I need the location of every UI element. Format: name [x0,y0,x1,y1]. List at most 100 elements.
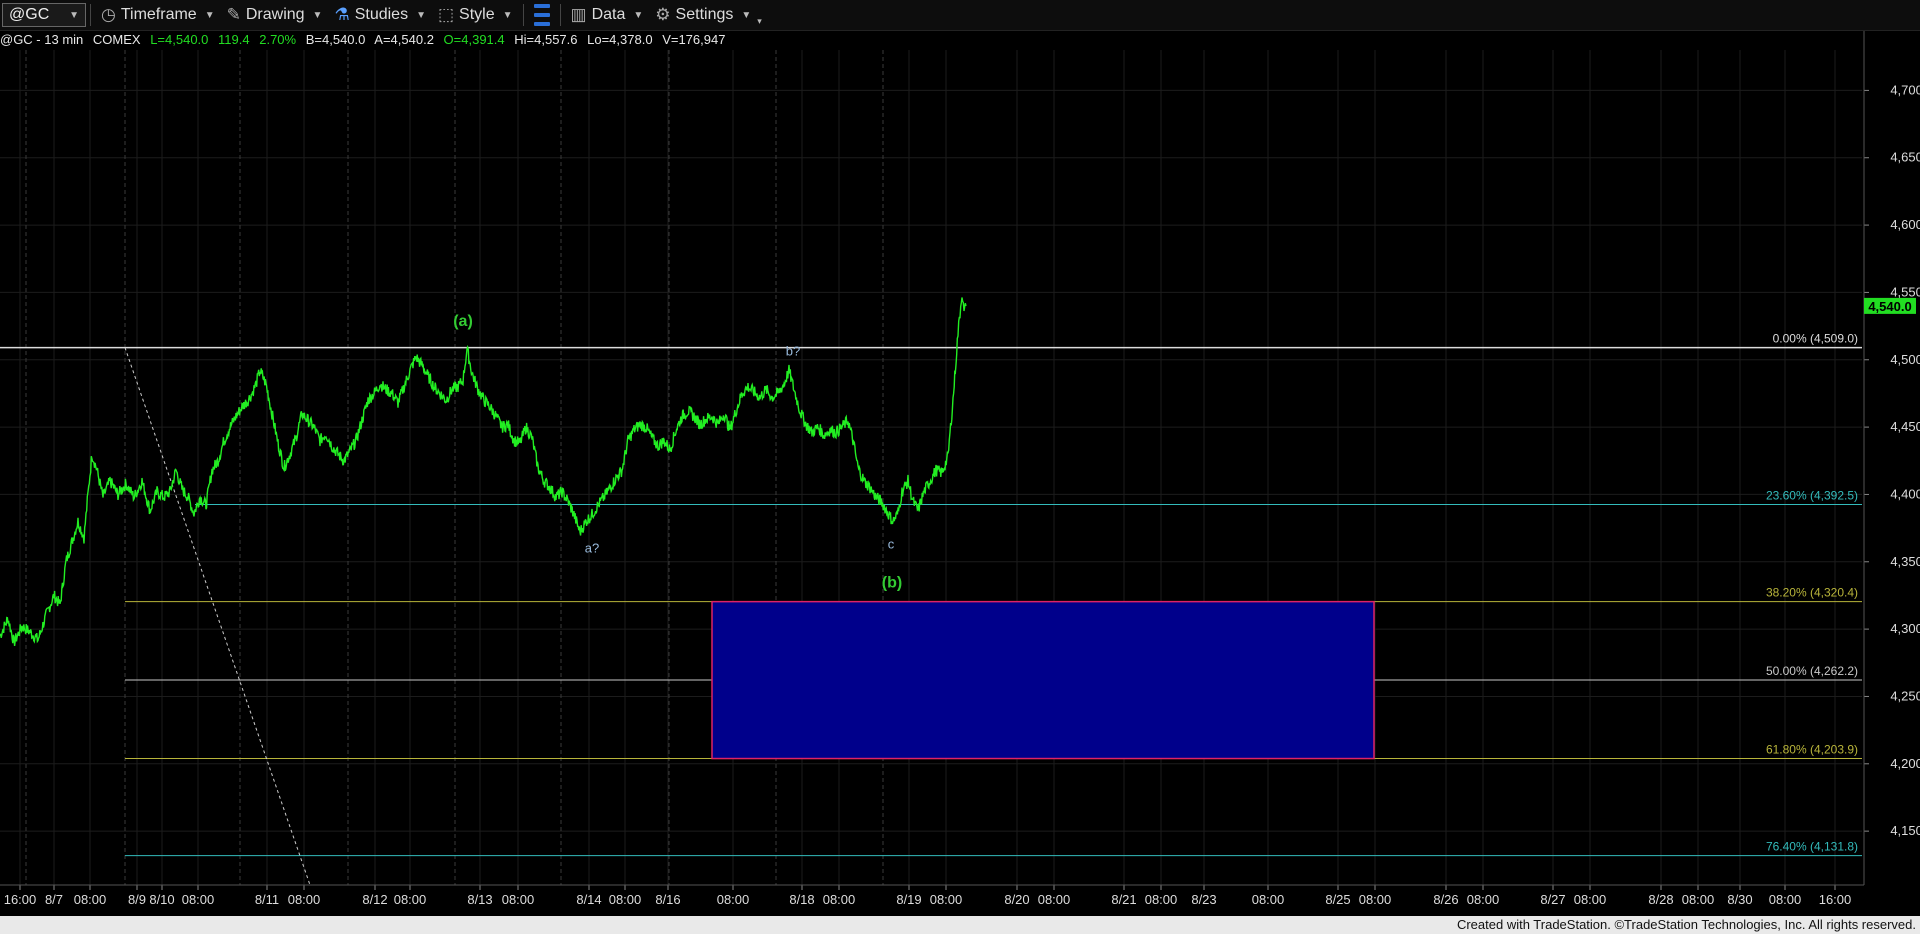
chevron-down-icon: ▼ [633,9,644,21]
target-zone-rect [711,600,1375,760]
net-change: 119.4 [218,32,250,47]
footer-credit: Created with TradeStation. ©TradeStation… [0,916,1920,934]
x-tick-label: 8/19 [896,892,921,907]
open-price: O=4,391.4 [443,32,505,47]
x-tick-label: 08:00 [1359,892,1392,907]
fib-level-label: 61.80% (4,203.9) [1766,743,1858,757]
pct-change: 2.70% [259,32,297,47]
chevron-down-icon: ▼ [204,9,215,21]
x-tick-label: 8/26 [1433,892,1458,907]
y-tick-label: 4,550.0 [1890,284,1920,299]
studies-menu[interactable]: ⚗ Studies ▼ [328,0,432,31]
fib-level-label: 0.00% (4,509.0) [1773,332,1858,346]
x-tick-label: 08:00 [288,892,321,907]
drawing-menu[interactable]: ✎ Drawing ▼ [221,0,329,31]
x-tick-label: 8/10 [149,892,174,907]
x-tick-label: 08:00 [609,892,642,907]
x-tick-label: 08:00 [823,892,856,907]
y-tick-label: 4,500.0 [1890,352,1920,367]
settings-menu[interactable]: ⚙ Settings ▼ [649,0,757,31]
timeframe-label: Timeframe [120,6,197,23]
clock-icon: ◷ [101,5,116,24]
y-tick-label: 4,300.0 [1890,621,1920,636]
x-tick-label: 8/28 [1648,892,1673,907]
x-tick-label: 16:00 [4,892,37,907]
x-tick-label: 8/23 [1191,892,1216,907]
x-tick-label: 08:00 [1467,892,1500,907]
y-tick-label: 4,350.0 [1890,554,1920,569]
toolbar-separator [559,4,561,26]
x-tick-label: 8/9 [128,892,146,907]
chart-title: @GC - 13 min [0,32,84,47]
y-tick-label: 4,200.0 [1890,756,1920,771]
wave-label: (b) [882,574,902,591]
ask-price: A=4,540.2 [374,32,434,47]
bid-price: B=4,540.0 [305,32,366,47]
chevron-down-icon: ▼ [69,9,79,21]
x-tick-label: 8/30 [1727,892,1752,907]
x-tick-label: 16:00 [1819,892,1852,907]
x-tick-label: 8/20 [1004,892,1029,907]
x-tick-label: 8/16 [655,892,680,907]
chevron-down-icon: ▼ [741,9,752,21]
wave-label: c [888,536,895,551]
price-chart[interactable]: 0.00% (4,509.0) 23.60% (4,392.5) 38.20% (4… [0,0,1920,916]
style-icon: ⬚ [437,5,455,24]
gear-icon: ⚙ [655,5,671,24]
fib-level-label: 38.20% (4,320.4) [1766,586,1858,600]
last-price: L=4,540.0 [150,32,209,47]
fib-level-label: 76.40% (4,131.8) [1766,840,1858,854]
toolbar-separator [90,4,91,26]
exchange-label: COMEX [92,32,141,47]
y-tick-label: 4,400.0 [1890,486,1920,501]
x-tick-label: 08:00 [502,892,535,907]
symbol-info-bar: @GC - 13 min COMEX L=4,540.0 119.4 2.70%… [0,32,731,50]
wave-label: b? [786,344,800,359]
data-label: Data [591,6,626,23]
x-tick-label: 8/13 [467,892,492,907]
x-tick-label: 08:00 [1252,892,1285,907]
data-menu[interactable]: ▥ Data ▼ [565,0,650,31]
x-tick-label: 8/7 [45,892,63,907]
x-tick-label: 08:00 [1682,892,1715,907]
wave-label: a? [585,540,599,555]
x-tick-label: 8/11 [255,892,279,907]
y-tick-label: 4,700.0 [1890,82,1920,97]
bar-chart-icon: ▥ [570,5,587,24]
toolbar-separator [522,4,524,26]
target-box [711,600,1375,760]
style-label: Style [459,6,495,23]
fib-level-label: 50.00% (4,262.2) [1766,664,1858,678]
studies-label: Studies [354,6,409,23]
last-price-label: 4,540.0 [1868,299,1911,314]
x-tick-label: 08:00 [74,892,107,907]
layout-icon[interactable] [533,4,550,26]
symbol-selector[interactable]: @GC ▼ [2,3,86,27]
y-tick-label: 4,150.0 [1890,823,1920,838]
x-tick-label: 8/14 [576,892,601,907]
x-tick-label: 08:00 [1038,892,1071,907]
x-tick-label: 8/27 [1540,892,1565,907]
fib-level-label: 23.60% (4,392.5) [1766,489,1858,503]
x-tick-label: 8/25 [1325,892,1350,907]
high-price: Hi=4,557.6 [514,32,578,47]
y-tick-label: 4,600.0 [1890,217,1920,232]
pencil-icon: ✎ [226,5,241,24]
x-tick-label: 08:00 [717,892,750,907]
volume: V=176,947 [662,32,726,47]
x-tick-label: 08:00 [1574,892,1607,907]
chevron-down-icon: ▼ [312,9,323,21]
toolbar: @GC ▼ ◷ Timeframe ▼ ✎ Drawing ▼ ⚗ Studie… [0,0,1920,31]
x-tick-label: 8/18 [789,892,814,907]
y-tick-label: 4,250.0 [1890,688,1920,703]
x-tick-label: 08:00 [182,892,215,907]
chevron-down-icon: ▼ [416,9,426,21]
flask-icon: ⚗ [334,5,350,24]
y-tick-label: 4,650.0 [1890,150,1920,165]
x-tick-label: 08:00 [1145,892,1178,907]
style-menu[interactable]: ⬚ Style ▼ [432,0,519,31]
x-tick-label: 08:00 [1769,892,1802,907]
x-tick-label: 08:00 [930,892,963,907]
overflow-caret-icon[interactable]: ▾ [757,16,762,27]
timeframe-menu[interactable]: ◷ Timeframe ▼ [95,0,221,31]
